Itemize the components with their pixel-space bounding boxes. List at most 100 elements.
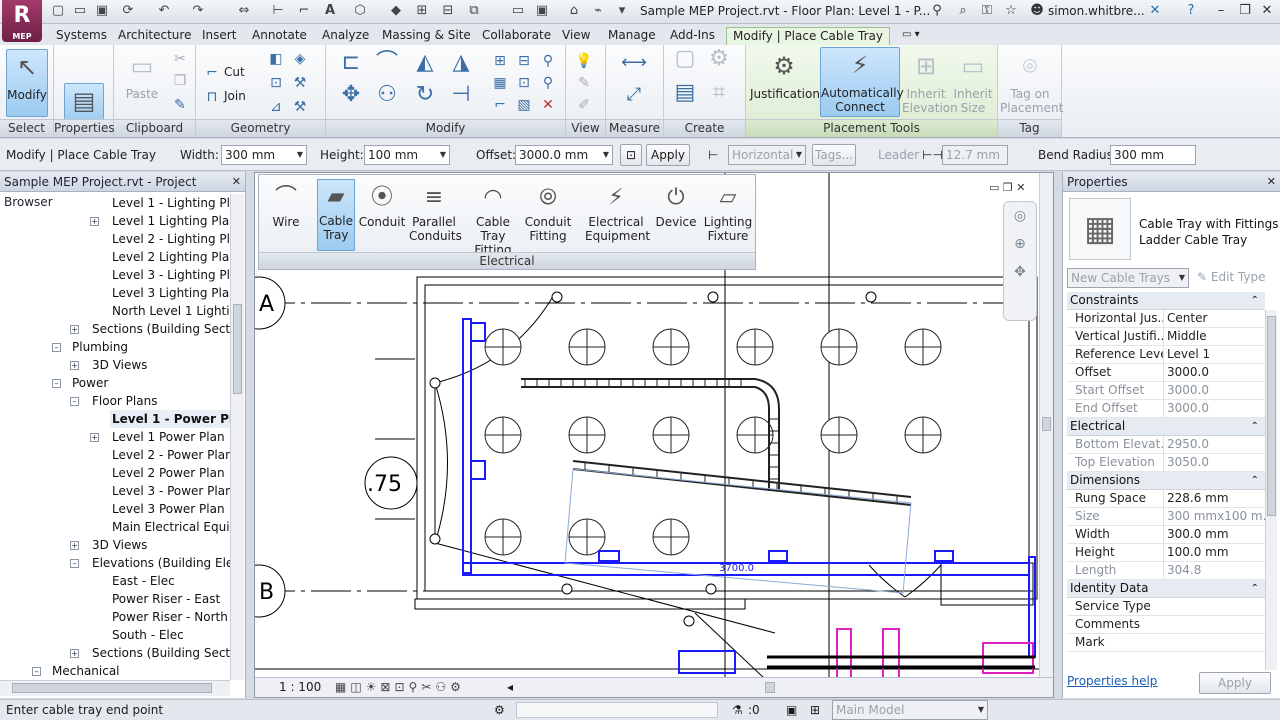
wire-button[interactable]: ⌒ Wire xyxy=(261,181,311,229)
tree-item[interactable]: Floor Plans xyxy=(92,392,157,410)
cope-icon[interactable]: ⌐ xyxy=(202,63,222,83)
minimize-icon[interactable]: – xyxy=(1212,2,1230,20)
section-icon[interactable]: ◆ xyxy=(388,3,404,19)
open-icon[interactable]: ▭ xyxy=(72,3,88,19)
tree-item[interactable]: Power Riser - North xyxy=(112,608,228,626)
user-name[interactable]: simon.whitbre... xyxy=(1048,4,1145,18)
justification-button[interactable]: ⚙ Justification xyxy=(750,49,820,101)
rotate-icon[interactable]: ↻ xyxy=(410,84,440,115)
view-control-icons[interactable]: ▦◫☀⊠⊡⚲✂⚇⚙ xyxy=(335,678,465,697)
property-section[interactable]: Electrical ⌃ xyxy=(1067,418,1265,436)
tree-item[interactable]: Level 2 - Lighting Plan xyxy=(112,230,230,248)
lighting-fixture-button[interactable]: ▱ Lighting Fixture xyxy=(703,181,753,243)
parallel-conduits-button[interactable]: ≡ Parallel Conduits xyxy=(409,181,462,243)
collapse-icon[interactable]: ⌃ xyxy=(1251,418,1259,435)
hide-icon[interactable]: 💡 xyxy=(574,51,594,71)
cut-icon[interactable]: ✂ xyxy=(170,49,190,69)
tree-item[interactable]: Plumbing xyxy=(72,338,128,356)
scroll-thumb[interactable] xyxy=(233,304,242,394)
delete-gap-icon[interactable]: ▧ xyxy=(514,95,534,115)
collapse-icon[interactable]: – xyxy=(70,397,79,406)
property-section[interactable]: Dimensions ⌃ xyxy=(1067,472,1265,490)
filter-icon[interactable]: ⚗ xyxy=(732,700,743,720)
property-row[interactable]: Reference Level Level 1 xyxy=(1067,346,1265,364)
height-select[interactable]: 100 mm ▼ xyxy=(364,145,450,165)
property-row[interactable]: End Offset 3000.0 xyxy=(1067,400,1265,418)
minimize-ribbon-icon[interactable]: ▭ ▾ xyxy=(896,27,926,45)
trim-icon[interactable]: ⊣ xyxy=(446,84,476,115)
application-button[interactable]: R MEP xyxy=(2,0,42,42)
workset-field[interactable] xyxy=(516,702,718,718)
demolish-icon[interactable]: ⚒ xyxy=(290,73,310,93)
bend-radius-input[interactable]: 300 mm xyxy=(1110,145,1196,165)
tree-item[interactable]: Sections (Building Sections) xyxy=(92,320,230,338)
undo-icon[interactable]: ↶ xyxy=(156,3,172,19)
properties-help-link[interactable]: Properties help xyxy=(1067,674,1157,688)
worksets-icon[interactable]: ⚙ xyxy=(494,700,505,720)
expand-icon[interactable]: + xyxy=(90,217,99,226)
unpin-icon[interactable]: ⚲ xyxy=(538,51,558,71)
electrical-wiring[interactable] xyxy=(462,318,1036,674)
close-icon[interactable]: ✕ xyxy=(232,172,241,192)
measure-between-icon[interactable]: ⟷ xyxy=(614,53,654,73)
property-value[interactable]: Middle xyxy=(1163,328,1265,345)
property-row[interactable]: Horizontal Jus... Center xyxy=(1067,310,1265,328)
property-value[interactable]: Level 1 xyxy=(1163,346,1265,363)
tree-item[interactable]: Level 3 - Power Plan xyxy=(112,482,230,500)
device-button[interactable]: ⏻ Device xyxy=(651,181,701,229)
join-button[interactable]: Join xyxy=(224,89,246,103)
tree-item[interactable]: 3D Views xyxy=(92,356,147,374)
close-icon[interactable]: ✕ xyxy=(1267,172,1276,192)
property-row[interactable]: Comments xyxy=(1067,616,1265,634)
redo-icon[interactable]: ↷ xyxy=(190,3,206,19)
binoculars-icon[interactable]: ⚲ xyxy=(928,2,946,20)
exchange-icon[interactable]: ✕ xyxy=(1146,2,1164,20)
browser-horizontal-scrollbar[interactable] xyxy=(0,680,230,696)
property-row[interactable]: Width 300.0 mm xyxy=(1067,526,1265,544)
tree-item[interactable]: Level 1 - Lighting Plan xyxy=(112,194,230,212)
tree-item[interactable]: Level 2 Power Plan xyxy=(112,464,225,482)
property-row[interactable]: Vertical Justifi... Middle xyxy=(1067,328,1265,346)
scroll-thumb[interactable] xyxy=(1042,417,1051,431)
orientation-select[interactable]: Horizontal ▼ xyxy=(728,145,806,165)
property-row[interactable]: Rung Space 228.6 mm xyxy=(1067,490,1265,508)
paint-icon[interactable]: ◈ xyxy=(290,49,310,69)
property-value[interactable]: 304.8 xyxy=(1163,562,1265,579)
array-icon[interactable]: ▦ xyxy=(490,73,510,93)
switch-windows-icon[interactable]: ▭ xyxy=(510,3,526,19)
properties-apply-button[interactable]: Apply xyxy=(1199,672,1271,694)
offset-select[interactable]: 3000.0 mm ▼ xyxy=(515,145,613,165)
scroll-thumb[interactable] xyxy=(765,682,775,693)
automatically-connect-button[interactable]: ⚡ Automatically Connect xyxy=(820,47,904,117)
cut-geometry-button[interactable]: Cut xyxy=(224,65,245,79)
restore-icon[interactable]: ❐ xyxy=(1236,2,1254,20)
search-icon[interactable]: ⌕ xyxy=(954,2,972,20)
editable-only-icon[interactable]: ▣ xyxy=(786,700,797,720)
tree-item[interactable]: Level 1 Power Plan xyxy=(112,428,225,446)
tree-item[interactable]: Mechanical xyxy=(52,662,120,680)
elevation-icon[interactable]: ⊞ xyxy=(414,3,430,19)
tree-item[interactable]: South - Elec xyxy=(112,626,184,644)
tag-icon[interactable]: ⌐ xyxy=(296,3,312,19)
tab-view[interactable]: View xyxy=(556,27,596,45)
property-value[interactable]: 3000.0 xyxy=(1163,382,1265,399)
property-value[interactable]: 300.0 mm xyxy=(1163,526,1265,543)
favorite-icon[interactable]: ☆ xyxy=(1002,2,1020,20)
create-parts-icon[interactable]: ▤ xyxy=(670,82,700,113)
sync-icon[interactable]: ⟳ xyxy=(120,3,136,19)
property-row[interactable]: Top Elevation 3050.0 xyxy=(1067,454,1265,472)
collapse-icon[interactable]: ⌃ xyxy=(1251,472,1259,489)
tree-item[interactable]: Power Riser - East xyxy=(112,590,220,608)
tree-item[interactable]: Main Electrical Equipment xyxy=(112,518,230,536)
tab-collaborate[interactable]: Collaborate xyxy=(476,27,557,45)
area-icon[interactable]: ⌂ xyxy=(566,3,582,19)
apply-offset-button[interactable]: Apply xyxy=(646,144,690,166)
select-panel-label[interactable]: Select xyxy=(0,119,53,137)
tree-item[interactable]: Sections (Building Sections) xyxy=(92,644,230,662)
pan-icon[interactable]: ✥ xyxy=(1014,264,1026,280)
trim-single-icon[interactable]: ⌐ xyxy=(490,95,510,115)
text-icon[interactable]: A xyxy=(322,3,338,19)
tree-item[interactable]: Level 3 Power Plan xyxy=(112,500,225,518)
move-icon[interactable]: ✥ xyxy=(336,84,366,115)
property-row[interactable]: Size 300 mmx100 m... xyxy=(1067,508,1265,526)
